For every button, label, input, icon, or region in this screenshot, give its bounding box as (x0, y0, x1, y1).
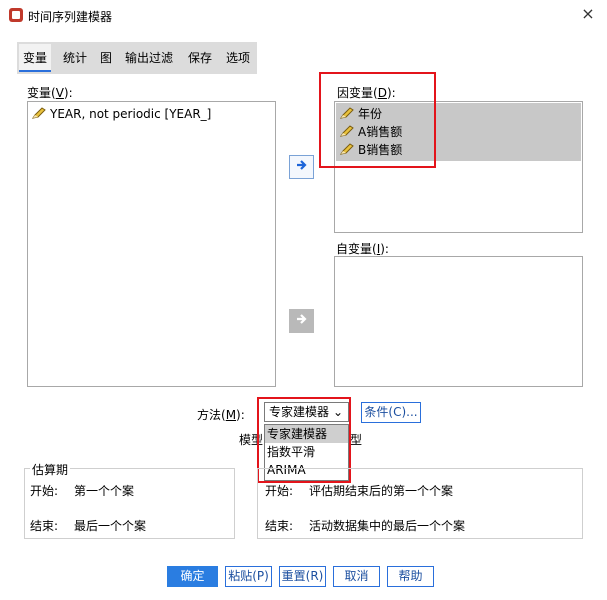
tab-output-filter[interactable]: 输出过滤 (121, 44, 177, 72)
window-title: 时间序列建模器 (28, 10, 113, 24)
forecast-end-label: 结束: (265, 519, 294, 533)
tab-variables[interactable]: 变量 (19, 44, 52, 72)
estimation-end-value: 最后一个个案 (74, 519, 147, 533)
highlight-box (319, 72, 436, 168)
variables-label: 变量(V): (27, 86, 73, 100)
move-to-dependent-button[interactable] (289, 155, 314, 179)
app-icon (9, 8, 23, 22)
move-to-independent-button[interactable] (289, 309, 314, 333)
ok-button[interactable]: 确定 (167, 566, 218, 587)
forecast-start-label: 开始: (265, 484, 294, 498)
method-label: 方法(M): (197, 408, 245, 422)
tab-options[interactable]: 选项 (222, 44, 254, 72)
variables-listbox[interactable]: YEAR, not periodic [YEAR_] (27, 101, 276, 387)
estimation-period-legend: 估算期 (30, 461, 71, 478)
tab-plots[interactable]: 图 (96, 44, 116, 72)
independent-label: 自变量(I): (336, 242, 389, 256)
reset-button[interactable]: 重置(R) (279, 566, 326, 587)
tab-save[interactable]: 保存 (184, 44, 216, 72)
forecast-start-value: 评估期结束后的第一个个案 (309, 484, 454, 498)
help-button[interactable]: 帮助 (387, 566, 434, 587)
arrow-right-icon (296, 314, 307, 324)
independent-listbox[interactable] (334, 256, 583, 387)
estimation-start-value: 第一个个案 (74, 484, 135, 498)
paste-button[interactable]: 粘贴(P) (225, 566, 272, 587)
forecast-end-value: 活动数据集中的最后一个个案 (309, 519, 466, 533)
estimation-start-label: 开始: (30, 484, 59, 498)
list-item[interactable]: YEAR, not periodic [YEAR_] (28, 105, 275, 123)
tab-statistics[interactable]: 统计 (59, 44, 91, 72)
model-type-label-right: 型 (350, 433, 363, 447)
estimation-end-label: 结束: (30, 519, 59, 533)
close-button[interactable]: × (576, 3, 600, 25)
criteria-button[interactable]: 条件(C)... (361, 402, 421, 423)
cancel-button[interactable]: 取消 (333, 566, 380, 587)
arrow-right-icon (296, 160, 307, 170)
pencil-icon (31, 106, 46, 119)
